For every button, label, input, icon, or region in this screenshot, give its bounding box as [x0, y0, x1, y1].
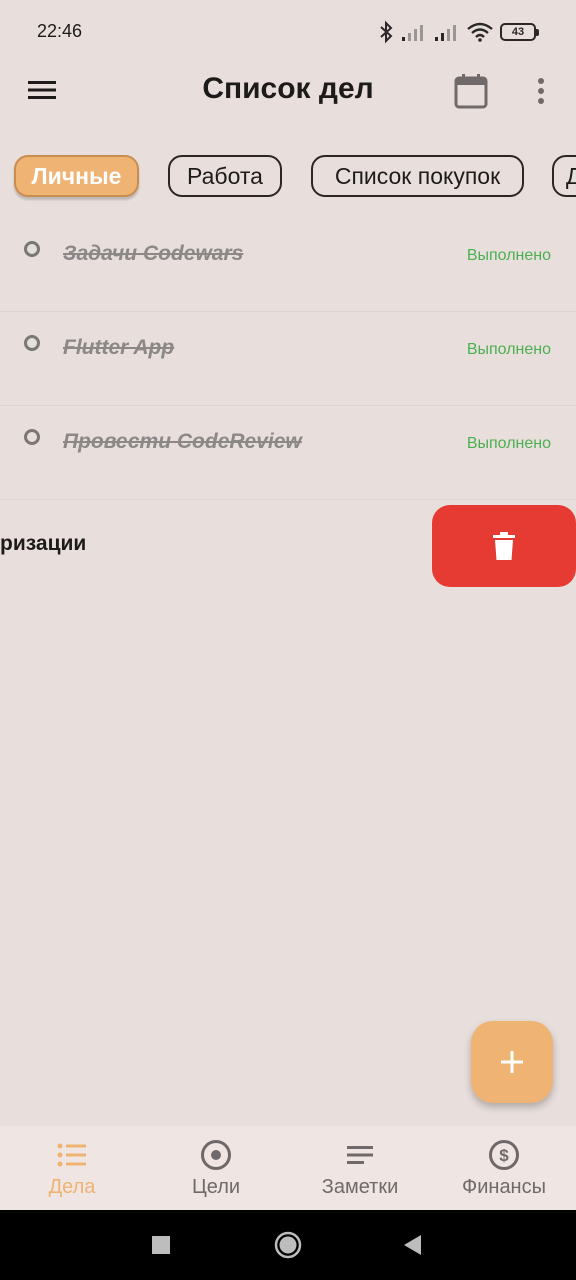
nav-label: Финансы	[462, 1176, 546, 1198]
task-title: Задачи Codewars	[63, 242, 244, 265]
calendar-icon	[454, 74, 488, 109]
signal-icon	[402, 25, 423, 41]
chip-shopping-list[interactable]: Список покупок	[311, 155, 524, 197]
nav-item-tasks[interactable]: Дела	[0, 1126, 144, 1210]
home-circle-icon	[274, 1231, 302, 1259]
list-icon	[55, 1138, 89, 1172]
trash-icon	[493, 532, 515, 560]
signal-icon	[435, 25, 456, 41]
task-status-label: Выполнено	[466, 435, 551, 452]
nav-item-notes[interactable]: Заметки	[288, 1126, 432, 1210]
back-button[interactable]	[382, 1210, 442, 1280]
nav-label: Дела	[48, 1176, 96, 1198]
recents-button[interactable]	[131, 1210, 191, 1280]
wifi-icon	[467, 22, 493, 42]
nav-label: Цели	[191, 1176, 241, 1198]
back-triangle-icon	[404, 1235, 421, 1255]
task-row[interactable]: Flutter App Выполнено	[0, 311, 576, 406]
swiped-task-title: ризации	[0, 532, 87, 555]
task-title: Flutter App	[63, 336, 175, 359]
category-chips: Личные Работа Список покупок Д	[0, 155, 576, 201]
swiped-task-row[interactable]: ризации	[0, 500, 576, 594]
status-icons: 43	[378, 19, 539, 45]
nav-item-finance[interactable]: $ Финансы	[432, 1126, 576, 1210]
task-status-dot[interactable]	[24, 241, 40, 257]
more-options-button[interactable]	[524, 70, 558, 112]
app-bar: Список дел	[0, 62, 576, 118]
dollar-icon: $	[487, 1138, 521, 1172]
add-task-button[interactable]	[471, 1021, 553, 1103]
plus-icon	[501, 1051, 523, 1073]
status-time: 22:46	[37, 21, 83, 41]
task-status-label: Выполнено	[466, 247, 551, 264]
svg-text:$: $	[499, 1146, 509, 1165]
status-bar: 22:46 43	[0, 0, 576, 62]
task-status-dot[interactable]	[24, 335, 40, 351]
battery-icon: 43	[500, 23, 539, 41]
task-row[interactable]: Провести CodeReview Выполнено	[0, 405, 576, 500]
chip-personal[interactable]: Личные	[14, 155, 139, 197]
notes-icon	[343, 1138, 377, 1172]
bottom-nav: Дела Цели Заметки $ Финансы	[0, 1126, 576, 1210]
more-vertical-icon	[538, 78, 544, 104]
target-icon	[199, 1138, 233, 1172]
chip-work[interactable]: Работа	[168, 155, 282, 197]
task-status-dot[interactable]	[24, 429, 40, 445]
task-title: Провести CodeReview	[63, 430, 302, 453]
square-icon	[152, 1236, 170, 1254]
home-button[interactable]	[258, 1210, 318, 1280]
calendar-button[interactable]	[450, 70, 492, 112]
system-nav-bar	[0, 1210, 576, 1280]
nav-label: Заметки	[321, 1176, 399, 1198]
nav-item-goals[interactable]: Цели	[144, 1126, 288, 1210]
battery-level: 43	[511, 26, 525, 38]
bluetooth-icon	[380, 20, 393, 44]
task-row[interactable]: Задачи Codewars Выполнено	[0, 217, 576, 312]
chip-next[interactable]: Д	[552, 155, 576, 197]
delete-button[interactable]	[432, 505, 576, 587]
task-status-label: Выполнено	[466, 341, 551, 358]
